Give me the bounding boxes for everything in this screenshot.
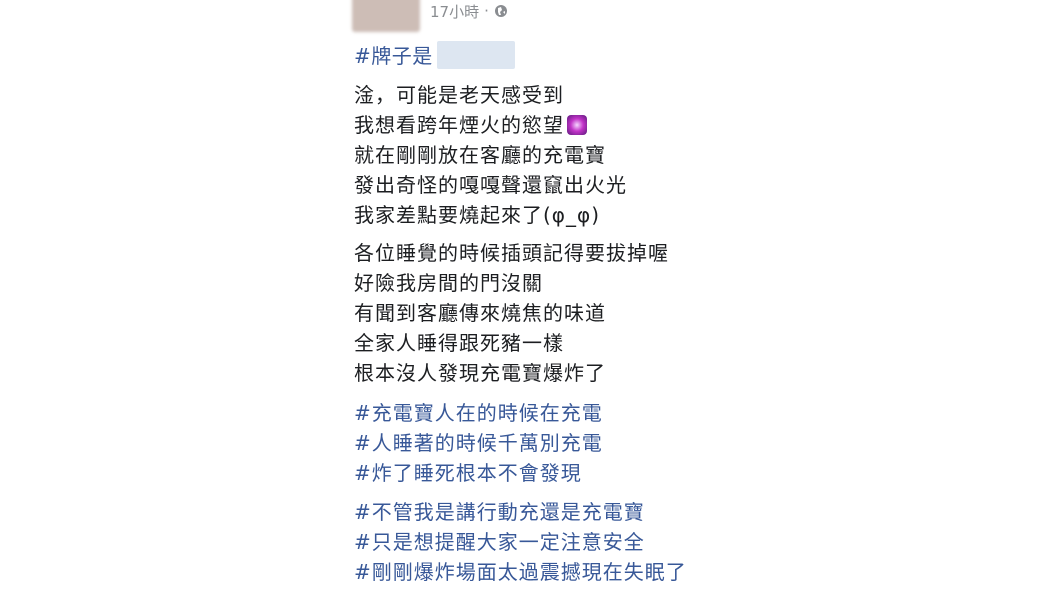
post-text-line: 有聞到客廳傳來燒焦的味道: [354, 301, 606, 325]
avatar[interactable]: [352, 0, 420, 32]
hashtag-link[interactable]: #充電寶人在的時候在充電: [354, 398, 603, 428]
paragraph-warning: 各位睡覺的時候插頭記得要拔掉喔 好險我房間的門沒關 有聞到客廳傳來燒焦的味道 全…: [354, 238, 669, 388]
hashtag-link[interactable]: #不管我是講行動充還是充電寶: [354, 497, 687, 527]
hashtag-link[interactable]: #只是想提醒大家一定注意安全: [354, 527, 687, 557]
post-text-line: 根本沒人發現充電寶爆炸了: [354, 361, 606, 385]
redacted-brand-name: [436, 40, 515, 69]
hashtag-group-2: #不管我是講行動充還是充電寶 #只是想提醒大家一定注意安全 #剛剛爆炸場面太過震…: [354, 497, 687, 587]
post-text-line: 我家差點要燒起來了(φ_φ): [354, 203, 600, 227]
post-text-line: 就在剛剛放在客廳的充電寶: [354, 143, 606, 167]
paragraph-story: 淦，可能是老天感受到 我想看跨年煙火的慾望 就在剛剛放在客廳的充電寶 發出奇怪的…: [354, 80, 627, 230]
post-text-line: 各位睡覺的時候插頭記得要拔掉喔: [354, 241, 669, 265]
post-text-line: 我想看跨年煙火的慾望: [354, 110, 627, 140]
hashtag-group-1: #充電寶人在的時候在充電 #人睡著的時候千萬別充電 #炸了睡死根本不會發現: [354, 398, 603, 488]
meta-separator: ·: [484, 2, 489, 20]
post-text-line: 全家人睡得跟死豬一樣: [354, 331, 564, 355]
facebook-post: 17小時 · #牌子是 淦，可能是老天感受到 我想看跨年煙火的慾望 就在剛剛放在…: [0, 0, 1060, 596]
hashtag-link[interactable]: #剛剛爆炸場面太過震撼現在失眠了: [354, 557, 687, 587]
brand-line: #牌子是: [354, 40, 515, 69]
hashtag-brand[interactable]: #牌子是: [354, 40, 433, 69]
fireworks-emoji-icon: [567, 115, 587, 135]
post-text-line: 發出奇怪的嘎嘎聲還竄出火光: [354, 173, 627, 197]
post-text-line: 淦，可能是老天感受到: [354, 83, 564, 107]
post-meta: 17小時 ·: [430, 0, 508, 22]
post-text-line: 好險我房間的門沒關: [354, 271, 543, 295]
post-timestamp[interactable]: 17小時: [430, 1, 479, 22]
globe-icon[interactable]: [494, 4, 508, 18]
hashtag-link[interactable]: #炸了睡死根本不會發現: [354, 458, 603, 488]
hashtag-link[interactable]: #人睡著的時候千萬別充電: [354, 428, 603, 458]
